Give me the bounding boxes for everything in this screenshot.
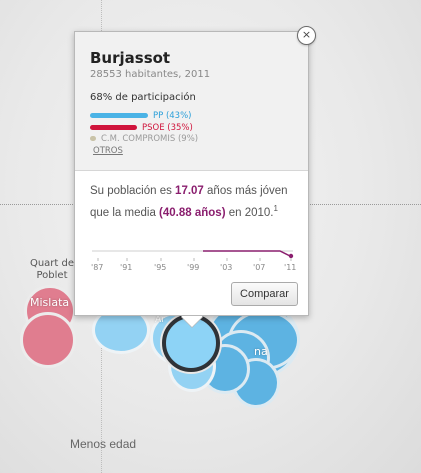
desc-footnote: 1 — [273, 204, 278, 213]
popup-title: Burjassot — [90, 49, 171, 67]
timeline-series-line — [203, 250, 291, 257]
label-partial-left: Ar — [155, 315, 165, 325]
party-label-pp: PP (43%) — [153, 110, 192, 121]
timeline-year-label: '95 — [154, 263, 167, 272]
party-label-psoe: PSOE (35%) — [142, 122, 193, 133]
party-bar-compromis — [90, 136, 96, 141]
close-icon[interactable]: × — [297, 26, 316, 45]
desc-value-diff: 17.07 — [175, 185, 204, 197]
timeline-year-label: '03 — [220, 263, 233, 272]
age-timeline-sparkline — [92, 250, 294, 261]
label-mislata: Mislata — [30, 296, 70, 309]
desc-part1: Su población es — [90, 185, 176, 197]
chart-canvas: Quart de Poblet Mislata na Ar Menos edad… — [0, 0, 421, 473]
timeline-year-label: '91 — [120, 263, 133, 272]
party-label-compromis: C.M. COMPROMIS (9%) — [101, 133, 199, 144]
label-partial-right: na — [254, 345, 268, 358]
age-description: Su población es 17.07 años más jóven que… — [90, 183, 300, 222]
timeline-year-label: '99 — [187, 263, 200, 272]
party-row-pp: PP (43%) — [90, 110, 191, 121]
popup-subtitle: 28553 habitantes, 2011 — [90, 69, 211, 80]
party-row-compromis: C.M. COMPROMIS (9%) — [90, 133, 198, 144]
timeline-year-label: '11 — [284, 263, 297, 272]
axis-label-menos-edad: Menos edad — [70, 437, 137, 451]
timeline-year-label: '07 — [253, 263, 266, 272]
timeline-end-point — [288, 253, 294, 259]
label-quart-text: Quart de Poblet — [29, 258, 75, 281]
desc-value-average: (40.88 años) — [159, 206, 226, 219]
compare-button[interactable]: Comparar — [231, 282, 298, 306]
otros-link[interactable]: OTROS — [93, 146, 123, 156]
participation-text: 68% de participación — [90, 92, 196, 103]
party-bar-psoe — [90, 125, 137, 130]
label-quart-de-poblet: Quart de Poblet — [27, 258, 77, 282]
bubble-mislata[interactable] — [20, 312, 76, 368]
popup-pointer — [181, 316, 203, 327]
desc-part3: en 2010. — [225, 206, 274, 219]
timeline-year-label: '87 — [91, 263, 104, 272]
timeline-ticks — [97, 258, 292, 261]
party-bar-pp — [90, 113, 148, 118]
party-row-psoe: PSOE (35%) — [90, 122, 193, 133]
municipality-popup: Burjassot 28553 habitantes, 2011 68% de … — [74, 31, 309, 316]
